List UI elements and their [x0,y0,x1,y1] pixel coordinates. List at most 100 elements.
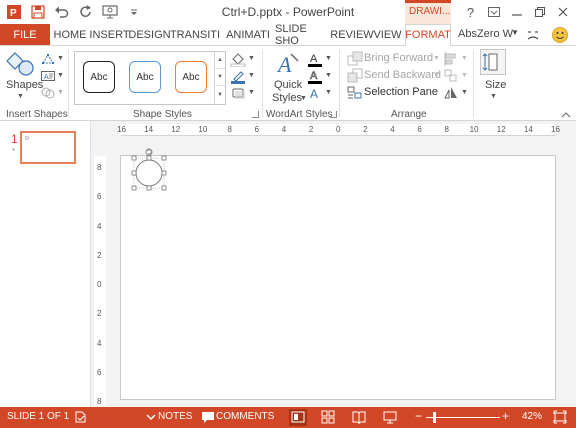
shape-style-orange[interactable]: Abc [175,61,207,93]
ruler-tick-label: 4 [281,125,287,134]
zoom-level[interactable]: 42% [522,411,542,422]
chevron-down-icon[interactable]: ▼ [17,93,24,100]
edit-shape-icon[interactable] [40,51,56,67]
notes-button[interactable]: NOTES [158,411,192,422]
ribbon-display-icon[interactable] [482,0,505,24]
shape-styles-launcher-icon[interactable] [252,111,259,118]
selected-oval-shape[interactable] [129,148,189,208]
rotate-icon[interactable] [443,85,459,101]
vertical-ruler: 8 6 4 2 0 2 4 6 8 [94,156,106,406]
ruler-tick-label: 8 [444,125,449,134]
gallery-scrollbar: ▲ ▼ ▼ [214,52,225,104]
text-box-icon[interactable]: A [40,68,56,84]
slide-sorter-icon[interactable] [321,410,335,424]
zoom-out-button[interactable]: − [415,409,422,423]
comments-icon[interactable] [201,410,215,424]
shape-style-blue[interactable]: Abc [129,61,161,93]
minimize-icon[interactable] [505,0,528,24]
tab-format[interactable]: FORMAT [405,24,451,46]
tab-home[interactable]: HOME [52,24,88,46]
collapse-ribbon-icon[interactable] [561,110,571,118]
chevron-down-icon[interactable]: ▼ [325,89,332,96]
tab-animations[interactable]: ANIMATI [222,24,274,46]
zoom-in-button[interactable]: + [502,409,509,423]
tab-review[interactable]: REVIEW [330,24,373,46]
text-effects-icon[interactable]: A [307,85,323,101]
tab-file[interactable]: FILE [0,24,50,46]
bring-forward-icon [347,51,363,67]
ruler-tick-label: 12 [171,125,181,134]
drawing-tools-context: DRAWI... [405,0,451,24]
tab-design[interactable]: DESIGN [128,24,170,46]
chevron-down-icon: ▼ [57,89,64,96]
insert-shapes-group-label: Insert Shapes [6,109,68,120]
notes-icon[interactable] [144,410,158,424]
scroll-down-icon[interactable]: ▼ [215,69,225,86]
close-icon[interactable] [551,0,574,24]
chevron-down-icon[interactable]: ▼ [325,55,332,62]
shape-style-dark[interactable]: Abc [83,61,115,93]
reading-view-icon[interactable] [352,410,366,425]
user-account[interactable]: AbsZero W [458,28,513,40]
help-icon[interactable]: ? [459,0,482,24]
tab-slide-show[interactable]: SLIDE SHO [275,23,331,47]
wordart-launcher-icon[interactable] [330,111,337,118]
slide-show-icon[interactable] [383,410,397,424]
shapes-icon[interactable] [6,50,36,80]
shape-fill-icon[interactable] [230,51,246,68]
selection-pane-icon[interactable] [347,85,363,101]
frown-face-icon[interactable] [524,26,542,44]
chevron-down-icon[interactable]: ▼ [300,95,307,102]
tab-insert[interactable]: INSERT [89,24,130,46]
slide-canvas[interactable] [120,148,556,400]
comments-button[interactable]: COMMENTS [216,411,274,422]
chevron-down-icon[interactable]: ▼ [248,89,255,96]
zoom-slider[interactable] [426,417,500,418]
tab-view[interactable]: VIEW [372,24,403,46]
chevron-down-icon: ▼ [461,55,468,62]
bring-forward-button[interactable]: Bring Forward [364,52,433,64]
fit-slide-icon[interactable] [553,410,567,424]
slide-count[interactable]: SLIDE 1 OF 1 [7,411,69,422]
quick-styles-label-1[interactable]: Quick [274,79,302,91]
shape-styles-group-label: Shape Styles [133,109,192,120]
ruler-tick-label: 2 [308,125,314,134]
restore-icon[interactable] [528,0,551,24]
spelling-check-icon[interactable] [74,410,88,424]
ruler-tick-label: 10 [198,125,208,134]
chevron-down-icon[interactable]: ▼ [511,28,519,37]
wordart-group-label: WordArt Styles [266,109,333,120]
quick-styles-label-2[interactable]: Styles [272,92,302,104]
more-styles-icon[interactable]: ▼ [215,86,225,103]
shapes-button[interactable]: Shapes [6,79,43,91]
chevron-down-icon[interactable]: ▼ [248,55,255,62]
chevron-down-icon[interactable]: ▼ [490,93,497,100]
zoom-slider-thumb[interactable] [433,412,436,423]
size-button[interactable]: Size [485,79,506,91]
size-icon[interactable] [480,49,506,75]
shape-outline-icon[interactable] [230,68,246,84]
scroll-up-icon[interactable]: ▲ [215,52,225,69]
selection-pane-button[interactable]: Selection Pane [364,86,438,98]
chevron-down-icon[interactable]: ▼ [248,72,255,79]
tab-transitions[interactable]: TRANSITI [169,24,221,46]
smiley-face-icon[interactable] [551,26,569,44]
text-outline-icon[interactable]: A [307,68,323,84]
shape-styles-gallery: Abc Abc Abc ▲ ▼ ▼ [74,51,226,105]
normal-view-icon[interactable] [289,409,307,426]
chevron-down-icon[interactable]: ▼ [325,72,332,79]
chevron-down-icon[interactable]: ▼ [57,55,64,62]
slide-thumbnail-pane: 1 * [0,121,90,407]
quick-styles-icon[interactable]: A [276,50,300,78]
ruler-tick-label: 6 [97,192,102,202]
send-backward-button[interactable]: Send Backward [364,69,441,81]
ruler-tick-label: 14 [144,125,154,134]
shape-effects-icon[interactable] [230,85,246,101]
slide-thumbnail[interactable] [20,131,76,164]
ribbon-tabs: FILE HOME INSERT DESIGN TRANSITI ANIMATI… [0,23,576,47]
chevron-down-icon[interactable]: ▼ [57,72,64,79]
arrange-group-label: Arrange [391,109,427,120]
merge-shapes-icon[interactable] [40,85,56,101]
chevron-down-icon[interactable]: ▼ [461,89,468,96]
text-fill-icon[interactable]: A [307,51,323,67]
